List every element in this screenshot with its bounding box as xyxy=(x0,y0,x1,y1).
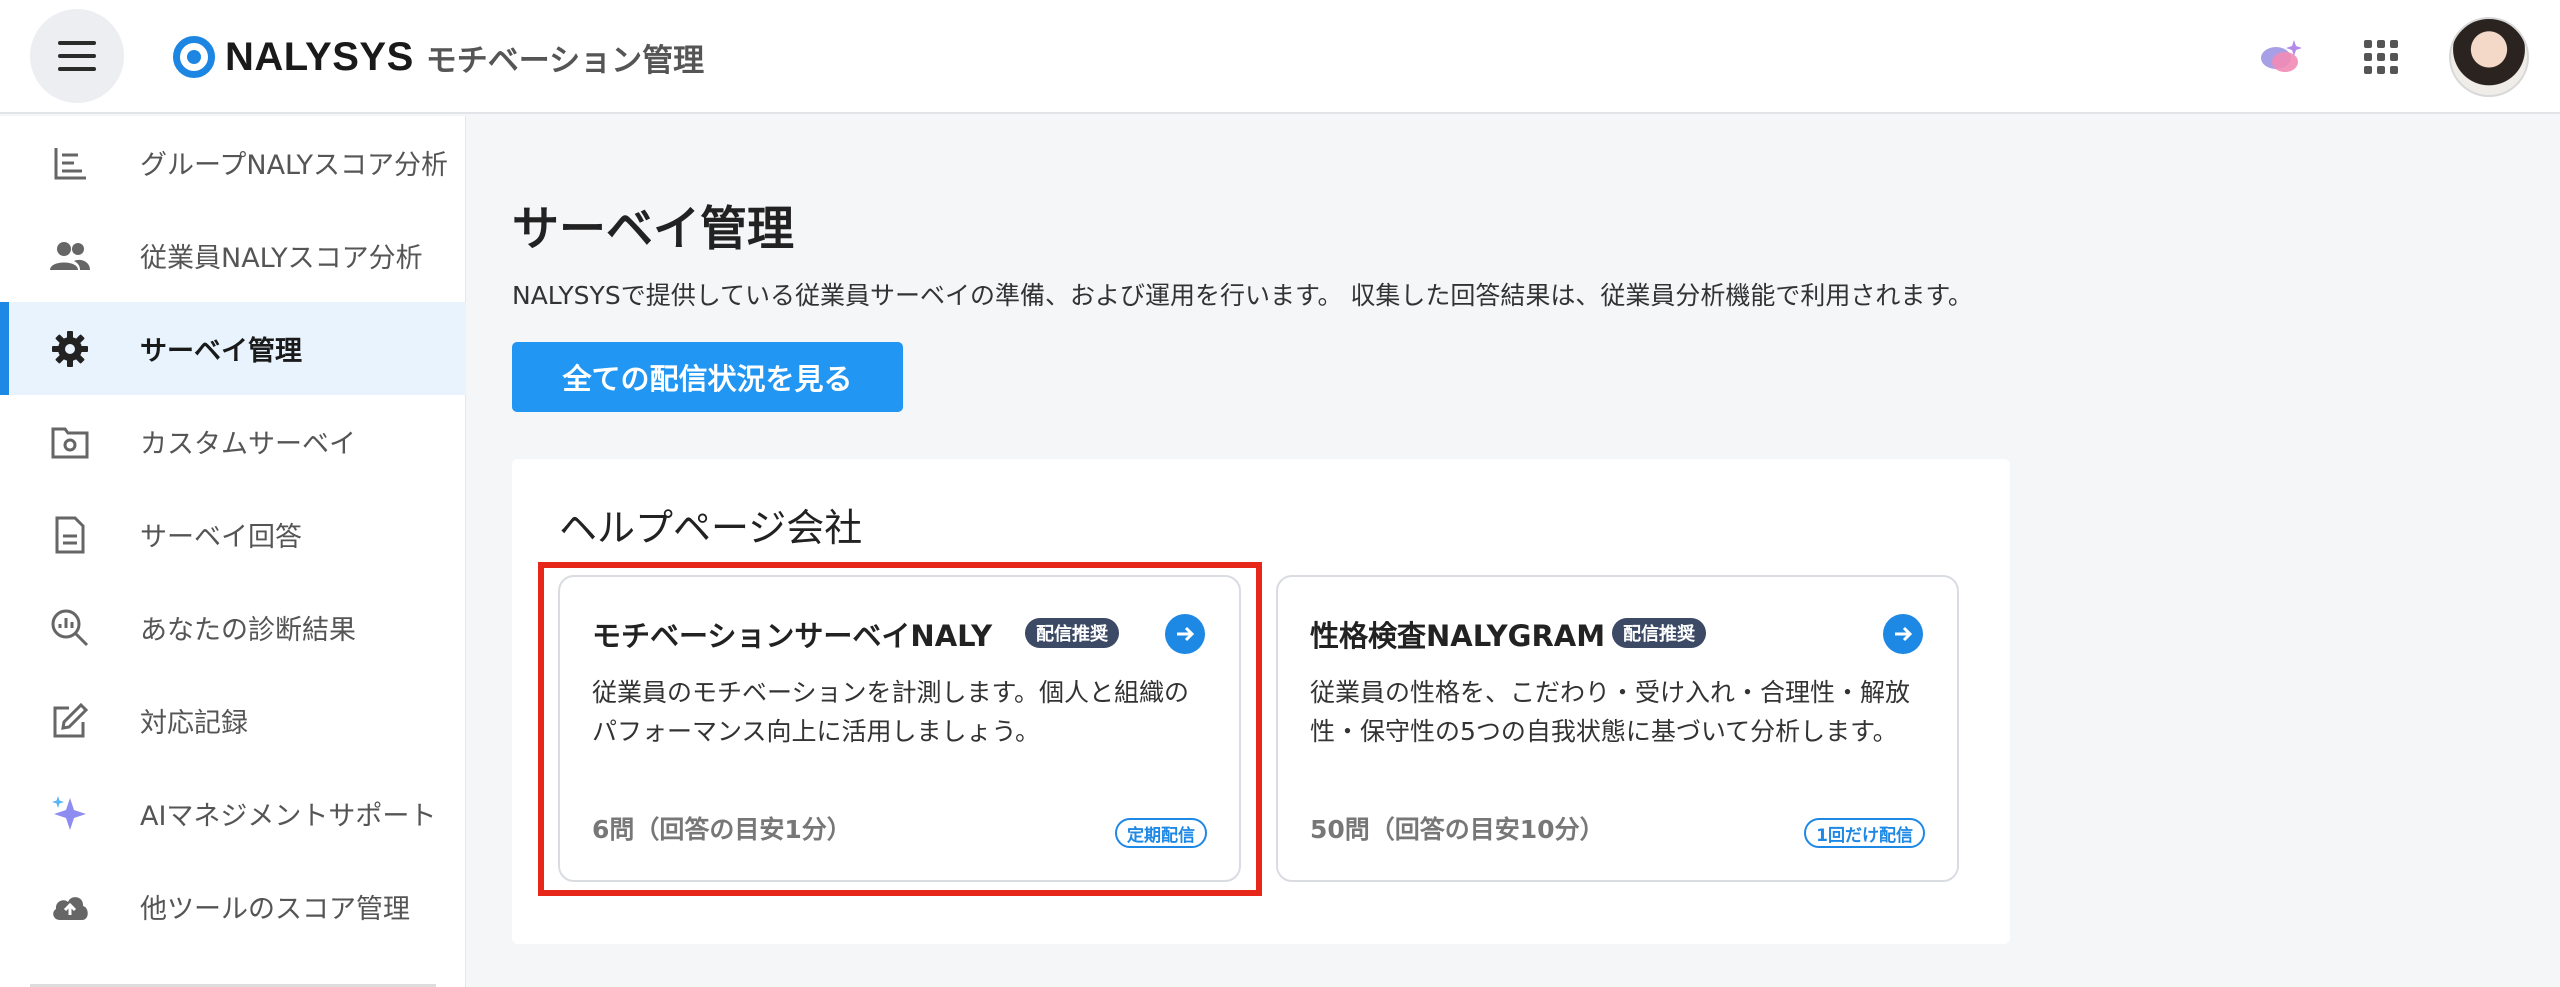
sidebar-item-survey-answers[interactable]: サーベイ回答 xyxy=(0,488,466,581)
sidebar-item-label: サーベイ管理 xyxy=(140,336,302,367)
apps-grid-icon[interactable] xyxy=(2364,40,2398,74)
logo-mark-icon xyxy=(173,36,215,78)
company-name: ヘルプページ会社 xyxy=(559,506,863,550)
sidebar-item-label: 対応記録 xyxy=(140,708,248,739)
bar-chart-icon xyxy=(50,143,90,183)
survey-card-title: モチベーションサーベイNALY xyxy=(592,619,993,653)
sidebar-item-group-naly-score[interactable]: グループNALYスコア分析 xyxy=(0,116,466,209)
survey-card-description: 従業員のモチベーションを計測します。個人と組織のパフォーマンス向上に活用しましょ… xyxy=(592,678,1190,746)
user-avatar[interactable] xyxy=(2449,17,2529,97)
document-icon xyxy=(50,515,90,555)
logo-text: NALYSYS xyxy=(225,34,414,79)
logo-subtitle: モチベーション管理 xyxy=(425,42,705,79)
sidebar-item-other-tool-scores[interactable]: 他ツールのスコア管理 xyxy=(0,860,466,953)
sidebar-item-label: グループNALYスコア分析 xyxy=(140,150,448,181)
ai-chat-icon[interactable] xyxy=(2258,38,2304,78)
app-logo[interactable]: NALYSYS モチベーション管理 xyxy=(173,30,704,84)
delivery-type-tag: 1回だけ配信 xyxy=(1804,818,1925,848)
cloud-upload-icon xyxy=(50,887,90,927)
sidebar-item-ai-management-support[interactable]: AIマネジメントサポート xyxy=(0,767,466,860)
sidebar-item-label: AIマネジメントサポート xyxy=(140,801,437,832)
sidebar-item-label: サーベイ回答 xyxy=(140,522,302,553)
menu-icon xyxy=(58,41,96,71)
sidebar-item-employee-naly-score[interactable]: 従業員NALYスコア分析 xyxy=(0,209,466,302)
folder-gear-icon xyxy=(50,422,90,462)
sidebar-item-label: 従業員NALYスコア分析 xyxy=(140,243,423,274)
sidebar-item-label: カスタムサーベイ xyxy=(140,429,356,460)
sidebar-item-my-diagnosis[interactable]: あなたの診断結果 xyxy=(0,581,466,674)
edit-icon xyxy=(50,701,90,741)
sidebar-item-label: 他ツールのスコア管理 xyxy=(140,894,410,925)
survey-card-description: 従業員の性格を、こだわり・受け入れ・合理性・解放性・保守性の5つの自我状態に基づ… xyxy=(1310,678,1911,746)
hamburger-menu-button[interactable] xyxy=(30,9,124,103)
sidebar-item-label: あなたの診断結果 xyxy=(140,615,356,646)
sidebar-nav: グループNALYスコア分析 従業員NALYスコア分析 サーベイ管理 カスタムサー… xyxy=(0,116,466,987)
survey-card-question-count: 6問（回答の目安1分） xyxy=(592,815,852,844)
delivery-type-tag: 定期配信 xyxy=(1115,818,1207,848)
arrow-right-icon[interactable] xyxy=(1165,614,1205,654)
app-header: NALYSYS モチベーション管理 xyxy=(0,0,2560,114)
page-title: サーベイ管理 xyxy=(512,202,794,257)
recommended-badge: 配信推奨 xyxy=(1612,618,1706,648)
sidebar-item-survey-management[interactable]: サーベイ管理 xyxy=(0,302,466,395)
page-description: NALYSYSで提供している従業員サーベイの準備、および運用を行います。 収集し… xyxy=(512,281,1973,310)
view-all-delivery-status-button[interactable]: 全ての配信状況を見る xyxy=(512,342,903,412)
people-icon xyxy=(50,236,90,276)
arrow-right-icon[interactable] xyxy=(1883,614,1923,654)
sparkle-icon xyxy=(50,794,90,834)
recommended-badge: 配信推奨 xyxy=(1025,618,1119,648)
analytics-search-icon xyxy=(50,608,90,648)
survey-card-motivation[interactable]: モチベーションサーベイNALY 配信推奨 従業員のモチベーションを計測します。個… xyxy=(558,575,1241,882)
sidebar-item-action-records[interactable]: 対応記録 xyxy=(0,674,466,767)
gear-icon xyxy=(50,329,90,369)
sidebar-item-custom-survey[interactable]: カスタムサーベイ xyxy=(0,395,466,488)
survey-card-question-count: 50問（回答の目安10分） xyxy=(1310,815,1605,844)
survey-card-title: 性格検査NALYGRAM xyxy=(1310,619,1606,653)
survey-card-personality[interactable]: 性格検査NALYGRAM 配信推奨 従業員の性格を、こだわり・受け入れ・合理性・… xyxy=(1276,575,1959,882)
